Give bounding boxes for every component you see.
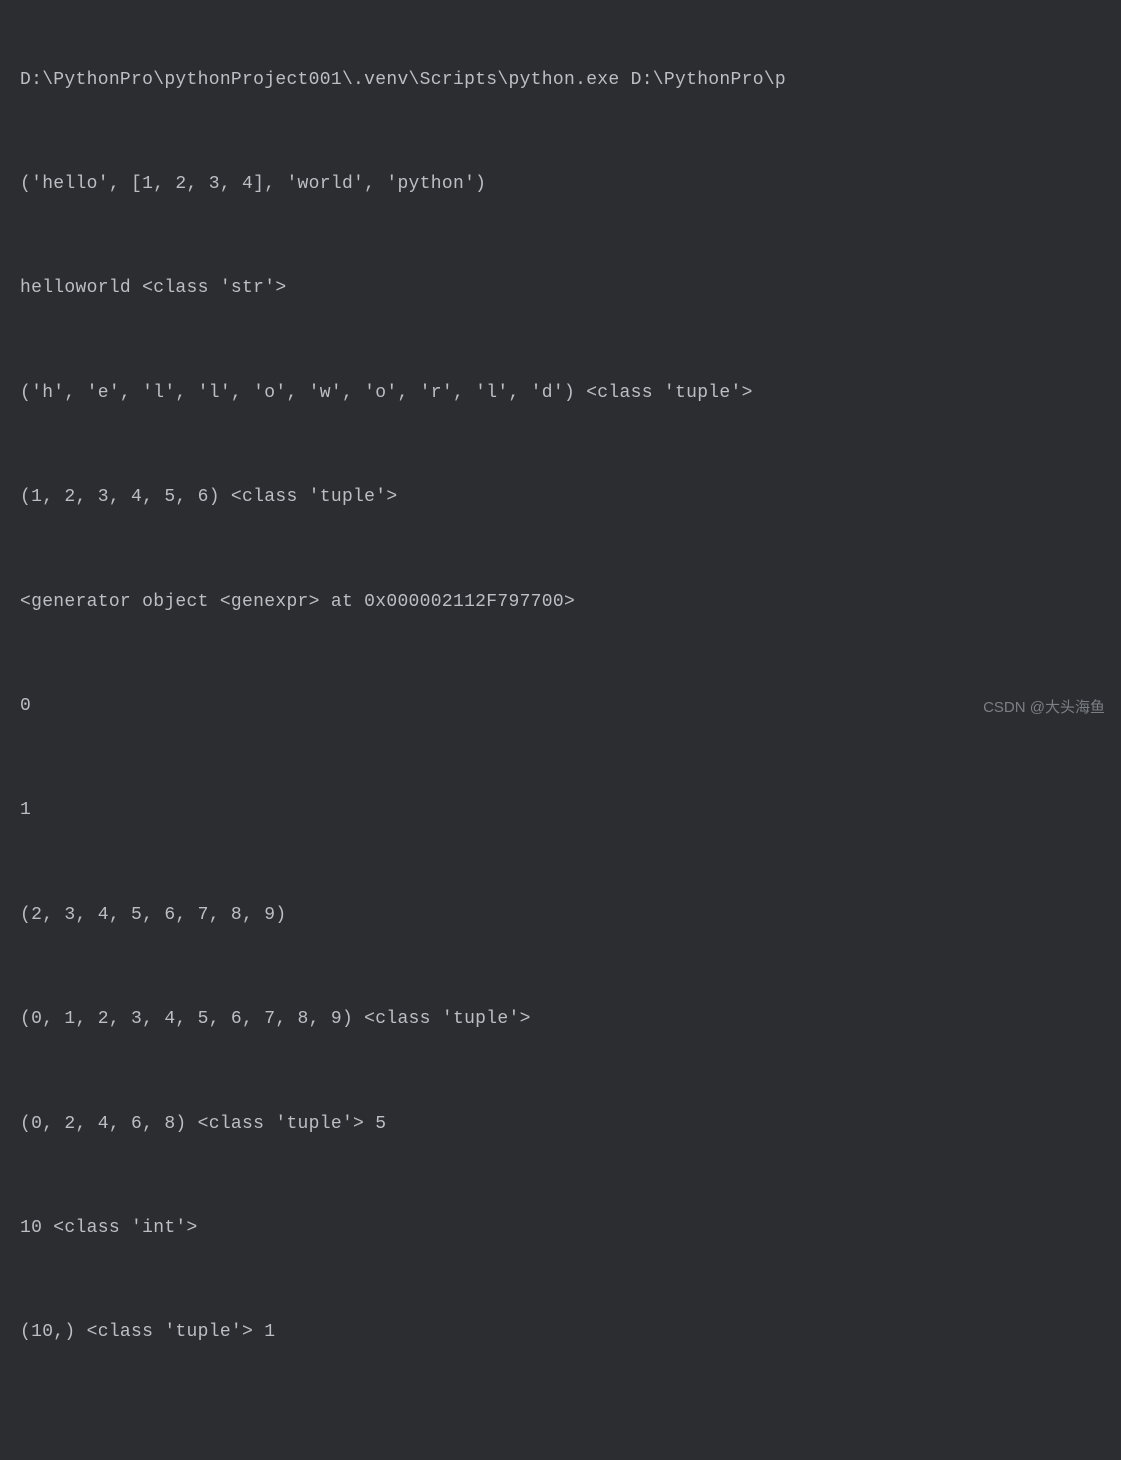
output-line: (1, 2, 3, 4, 5, 6) <class 'tuple'>	[20, 483, 1101, 512]
output-line: (0, 1, 2, 3, 4, 5, 6, 7, 8, 9) <class 't…	[20, 1005, 1101, 1034]
output-line: D:\PythonPro\pythonProject001\.venv\Scri…	[20, 66, 1101, 95]
output-line: (2, 3, 4, 5, 6, 7, 8, 9)	[20, 901, 1101, 930]
output-line: 0	[20, 692, 1101, 721]
watermark: CSDN @大头海鱼	[983, 696, 1105, 720]
console-output: D:\PythonPro\pythonProject001\.venv\Scri…	[0, 0, 1121, 1460]
output-line: <generator object <genexpr> at 0x0000021…	[20, 588, 1101, 617]
output-line: 10 <class 'int'>	[20, 1214, 1101, 1243]
blank-line	[20, 1423, 1101, 1441]
output-line: (0, 2, 4, 6, 8) <class 'tuple'> 5	[20, 1110, 1101, 1139]
output-line: ('hello', [1, 2, 3, 4], 'world', 'python…	[20, 170, 1101, 199]
output-line: (10,) <class 'tuple'> 1	[20, 1318, 1101, 1347]
output-line: 1	[20, 796, 1101, 825]
output-line: ('h', 'e', 'l', 'l', 'o', 'w', 'o', 'r',…	[20, 379, 1101, 408]
output-line: helloworld <class 'str'>	[20, 274, 1101, 303]
